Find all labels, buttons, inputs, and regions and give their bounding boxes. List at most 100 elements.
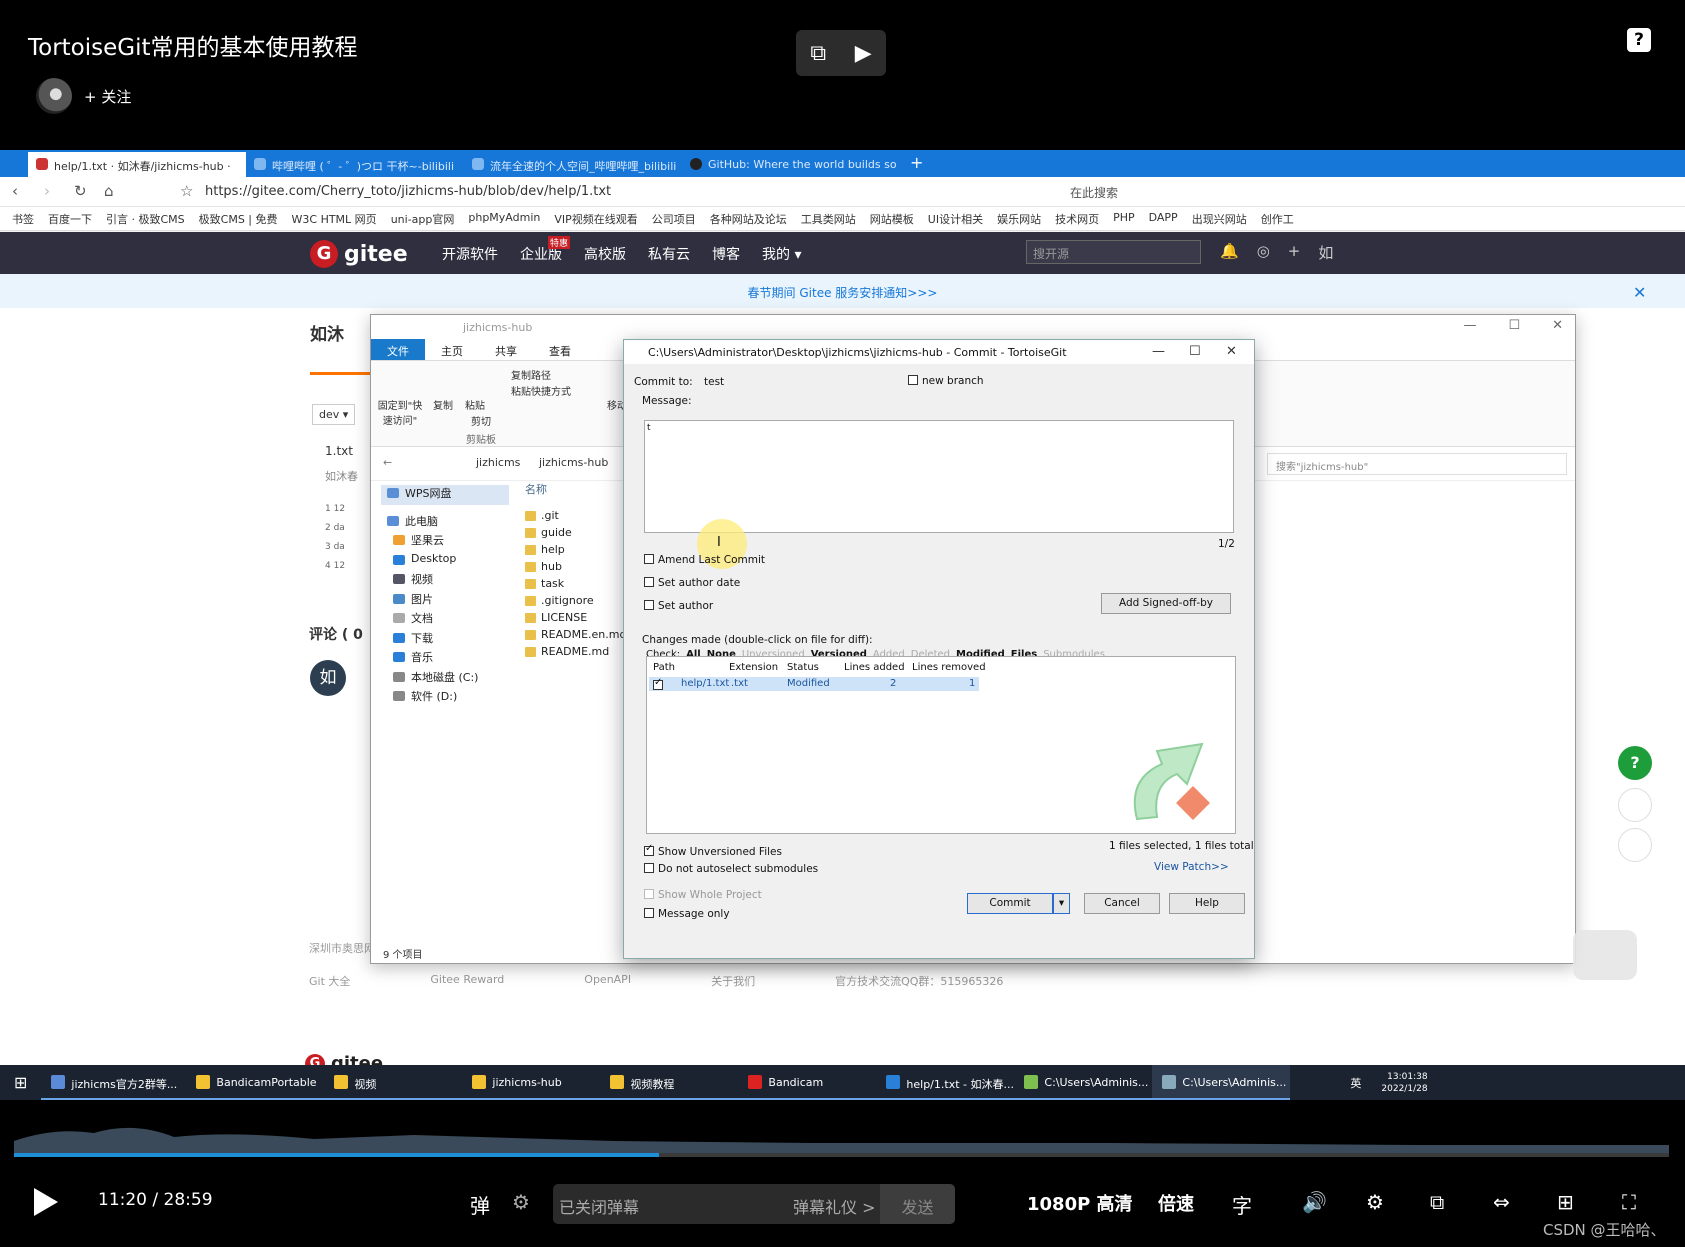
taskbar-item[interactable]: 视频教程: [600, 1065, 739, 1100]
forward-icon[interactable]: ›: [44, 182, 50, 200]
copy-button[interactable]: 复制: [433, 397, 453, 412]
path-segment[interactable]: jizhicms: [476, 456, 520, 469]
windows-start-icon[interactable]: ⊞: [0, 1073, 41, 1092]
commit-dialog[interactable]: C:\Users\Administrator\Desktop\jizhicms\…: [623, 339, 1255, 959]
video-tool-icon[interactable]: ▶: [855, 41, 872, 66]
help-button[interactable]: ?: [1627, 28, 1651, 52]
new-branch-checkbox[interactable]: new branch: [908, 375, 984, 387]
ime-indicator[interactable]: 英: [1350, 1075, 1361, 1091]
nav-item[interactable]: 本地磁盘 (C:): [387, 669, 509, 689]
back-icon[interactable]: ←: [383, 456, 392, 469]
bookmark[interactable]: 工具类网站: [801, 211, 856, 230]
bookmark[interactable]: DAPP: [1149, 211, 1178, 230]
bookmark[interactable]: W3C HTML 网页: [292, 211, 377, 230]
ribbon-tab-home[interactable]: 主页: [425, 339, 479, 360]
taskbar-item[interactable]: C:\Users\Adminis...: [1152, 1065, 1291, 1100]
cancel-button[interactable]: Cancel: [1084, 893, 1160, 914]
nav-item[interactable]: 开源软件: [442, 244, 498, 264]
star-icon[interactable]: ☆: [180, 182, 193, 200]
pip-icon[interactable]: ⧉: [810, 41, 826, 66]
footer-link[interactable]: OpenAPI: [584, 973, 631, 989]
message-only-checkbox[interactable]: Message only: [644, 908, 730, 920]
ribbon-tab-share[interactable]: 共享: [479, 339, 533, 360]
webfullscreen-icon[interactable]: ⊞: [1557, 1190, 1574, 1214]
column-header[interactable]: Lines removed: [912, 662, 986, 673]
file-item[interactable]: hub: [523, 560, 633, 577]
widescreen-icon[interactable]: ⇔: [1493, 1190, 1510, 1214]
danmu-toggle-icon[interactable]: 弹: [470, 1190, 490, 1219]
notice-banner[interactable]: 春节期间 Gitee 服务安排通知>>>: [0, 274, 1685, 308]
amend-checkbox[interactable]: Amend Last Commit: [644, 554, 765, 566]
taskbar-item[interactable]: Bandicam: [738, 1065, 877, 1100]
set-author-date-checkbox[interactable]: Set author date: [644, 577, 740, 589]
file-item[interactable]: README.en.md: [523, 628, 633, 645]
file-item[interactable]: task: [523, 577, 633, 594]
browser-tab-space[interactable]: 流年全速的个人空间_哔哩哔哩_bilibili: [464, 152, 682, 177]
taskbar-item[interactable]: jizhicms-hub: [462, 1065, 601, 1100]
speed-button[interactable]: 倍速: [1158, 1190, 1194, 1216]
footer-link[interactable]: Git 大全: [309, 973, 350, 989]
bookmark[interactable]: 百度一下: [48, 211, 92, 230]
subtitle-icon[interactable]: 字: [1232, 1190, 1252, 1219]
table-row[interactable]: help/1.txt .txt Modified 2 1: [649, 677, 979, 691]
help-button[interactable]: Help: [1169, 893, 1245, 914]
send-button[interactable]: 发送: [880, 1184, 955, 1224]
bookmark[interactable]: 创作工: [1261, 211, 1294, 230]
nav-item[interactable]: 博客: [712, 244, 740, 264]
bell-icon[interactable]: 🔔: [1220, 242, 1239, 263]
nav-item[interactable]: 我的 ▾: [762, 244, 801, 264]
video-frame[interactable]: help/1.txt · 如沐春/jizhicms-hub · 哔哩哔哩 ( ゜…: [0, 150, 1685, 1100]
bookmark[interactable]: 出现兴网站: [1192, 211, 1247, 230]
browser-search[interactable]: 在此搜索: [1070, 184, 1118, 201]
paste-button[interactable]: 粘贴: [465, 397, 485, 412]
volume-icon[interactable]: 🔊: [1302, 1190, 1327, 1214]
show-unversioned-checkbox[interactable]: Show Unversioned Files: [644, 843, 782, 858]
ribbon-tab-view[interactable]: 查看: [533, 339, 587, 360]
view-patch-link[interactable]: View Patch>>: [1154, 861, 1229, 873]
danmu-settings-icon[interactable]: ⚙: [512, 1190, 530, 1214]
taskbar-item[interactable]: jizhicms官方2群等...: [41, 1065, 187, 1100]
nav-item[interactable]: Desktop: [387, 552, 509, 572]
minimize-icon[interactable]: —: [1152, 344, 1165, 359]
close-icon[interactable]: ✕: [1633, 283, 1646, 302]
footer-link[interactable]: Gitee Reward: [430, 973, 504, 989]
url-field[interactable]: https://gitee.com/Cherry_toto/jizhicms-h…: [205, 184, 611, 199]
nav-item[interactable]: 私有云: [648, 244, 690, 264]
taskbar-item[interactable]: help/1.txt - 如沐春...: [876, 1065, 1015, 1100]
minimize-icon[interactable]: —: [1463, 318, 1476, 333]
file-item[interactable]: README.md: [523, 645, 633, 662]
file-item[interactable]: help: [523, 543, 633, 560]
column-header[interactable]: Lines added: [844, 662, 905, 673]
reload-icon[interactable]: ↻: [74, 182, 87, 200]
settings-icon[interactable]: ⚙: [1366, 1190, 1384, 1214]
footer-link[interactable]: 关于我们: [711, 973, 755, 989]
chevron-down-icon[interactable]: ▾: [1053, 893, 1070, 914]
bookmark[interactable]: 技术网页: [1055, 211, 1099, 230]
column-header[interactable]: Path: [653, 662, 675, 673]
close-icon[interactable]: ✕: [1552, 318, 1563, 333]
bookmark[interactable]: phpMyAdmin: [468, 211, 540, 230]
commit-button[interactable]: Commit: [967, 893, 1053, 914]
nav-item[interactable]: 软件 (D:): [387, 688, 509, 708]
footer-link[interactable]: 官方技术交流QQ群：515965326: [835, 973, 1003, 989]
paste-shortcut-button[interactable]: 粘贴快捷方式: [511, 383, 571, 398]
play-icon[interactable]: [34, 1188, 58, 1216]
path-segment[interactable]: jizhicms-hub: [539, 456, 608, 469]
pip-icon[interactable]: ⧉: [1430, 1190, 1444, 1214]
nav-this-pc[interactable]: 此电脑: [381, 513, 509, 533]
ribbon-tab-file[interactable]: 文件: [371, 339, 425, 360]
copy-path-button[interactable]: 复制路径: [511, 367, 551, 382]
file-item[interactable]: .gitignore: [523, 594, 633, 611]
nav-item[interactable]: 高校版: [584, 244, 626, 264]
bookmark[interactable]: VIP视频在线观看: [554, 211, 637, 230]
bookmark[interactable]: 网站模板: [870, 211, 914, 230]
nav-item[interactable]: 坚果云: [387, 532, 509, 552]
bookmark[interactable]: 引言 · 极致CMS: [106, 211, 185, 230]
bookmark[interactable]: 公司项目: [652, 211, 696, 230]
bookmark[interactable]: 娱乐网站: [997, 211, 1041, 230]
gitee-search-input[interactable]: 搜开源: [1026, 240, 1201, 264]
set-author-checkbox[interactable]: Set author: [644, 600, 713, 612]
row-checkbox[interactable]: [653, 677, 663, 690]
commit-message-input[interactable]: t I: [644, 420, 1234, 569]
nav-item[interactable]: 文档: [387, 610, 509, 630]
